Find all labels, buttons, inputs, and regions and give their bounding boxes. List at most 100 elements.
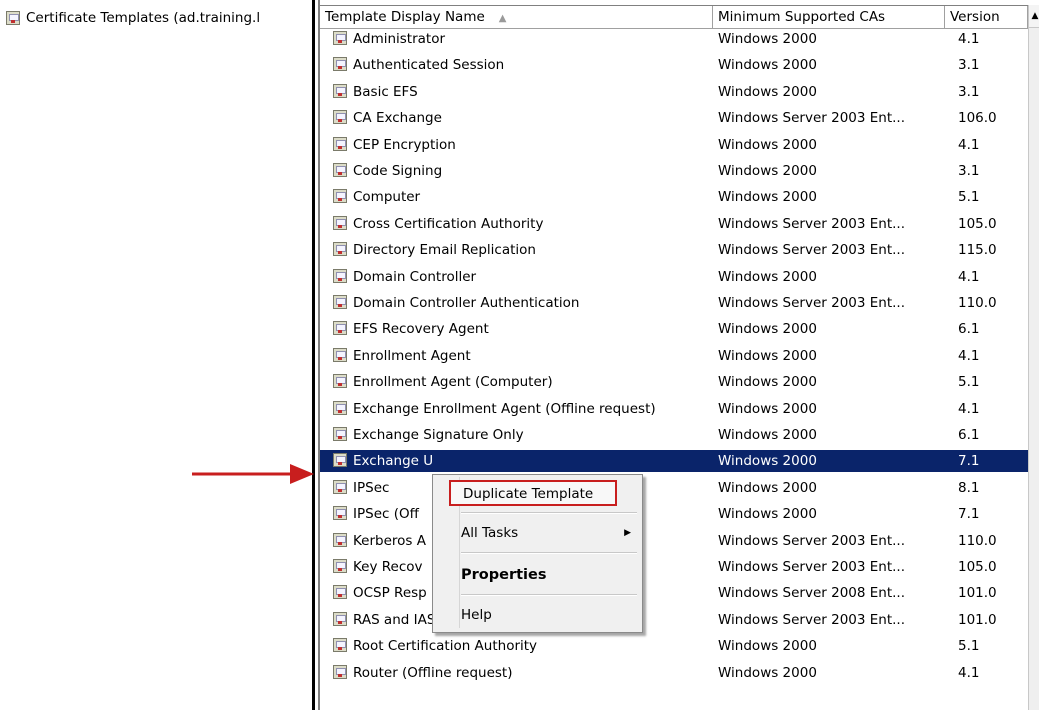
version-cell: 6.1 (958, 321, 980, 337)
table-row[interactable]: Authenticated Session Windows 2000 3.1 (320, 54, 1028, 76)
version-cell: 110.0 (958, 533, 997, 549)
table-row[interactable]: Root Certification Authority Windows 2000… (320, 635, 1028, 657)
menu-separator (461, 594, 637, 596)
min-ca-cell: Windows Server 2003 Ent... (718, 110, 906, 126)
version-cell: 4.1 (958, 665, 980, 681)
table-row[interactable]: Enrollment Agent Windows 2000 4.1 (320, 345, 1028, 367)
table-row[interactable]: Kerberos A Windows Server 2003 Ent... 110.… (320, 530, 1028, 552)
certificate-template-icon-glyph (333, 559, 347, 573)
min-ca-cell: Windows 2000 (718, 348, 817, 364)
template-name-cell: Computer (353, 189, 421, 205)
certificate-template-icon-glyph (333, 612, 347, 626)
certificate-template-icon-glyph (333, 348, 347, 362)
template-name-cell: Enrollment Agent (Computer) (353, 374, 553, 390)
tree-node-certificate-templates[interactable]: Certificate Templates (ad.training.l (6, 7, 312, 29)
certificate-template-icon (333, 31, 349, 47)
certificate-template-icon-glyph (333, 57, 347, 71)
certificate-templates-icon (6, 11, 20, 25)
table-row[interactable]: Domain Controller Authentication Windows … (320, 292, 1028, 314)
column-header-name[interactable]: Template Display Name ▲ (320, 6, 713, 28)
template-name-cell: Domain Controller (353, 269, 477, 285)
table-row[interactable]: CA Exchange Windows Server 2003 Ent... 106… (320, 107, 1028, 129)
version-cell: 7.1 (958, 506, 980, 522)
table-row[interactable]: Enrollment Agent (Computer) Windows 2000 5… (320, 371, 1028, 393)
certificate-template-icon (333, 189, 349, 205)
table-row[interactable]: OCSP Resp Windows Server 2008 Ent... 101.0 (320, 582, 1028, 604)
table-row[interactable]: Router (Offline request) Windows 2000 4.1 (320, 662, 1028, 684)
table-row[interactable]: Key Recov Windows Server 2003 Ent... 105.0 (320, 556, 1028, 578)
certificate-template-icon-glyph (333, 242, 347, 256)
min-ca-cell: Windows Server 2003 Ent... (718, 612, 906, 628)
certificate-template-icon-glyph (333, 665, 347, 679)
min-ca-cell: Windows 2000 (718, 84, 817, 100)
certificate-template-icon-glyph (333, 31, 347, 45)
table-row[interactable]: Basic EFS Windows 2000 3.1 (320, 81, 1028, 103)
certificate-template-icon-glyph (333, 295, 347, 309)
table-row[interactable]: EFS Recovery Agent Windows 2000 6.1 (320, 318, 1028, 340)
template-name-cell: Root Certification Authority (353, 638, 538, 654)
certificate-template-icon-glyph (333, 189, 347, 203)
certificate-template-icon-glyph (333, 269, 347, 283)
column-header-version[interactable]: Version (945, 6, 1028, 28)
certificate-template-icon-glyph (333, 216, 347, 230)
template-name-cell: EFS Recovery Agent (353, 321, 489, 337)
certificate-template-icon (333, 242, 349, 258)
certificate-template-icon-glyph (333, 84, 347, 98)
version-cell: 4.1 (958, 401, 980, 417)
sort-ascending-icon: ▲ (498, 13, 507, 24)
scroll-up-arrow-icon[interactable]: ▲ (1029, 5, 1039, 28)
template-name-cell: Router (Offline request) (353, 665, 513, 681)
version-cell: 3.1 (958, 163, 980, 179)
min-ca-cell: Windows 2000 (718, 57, 817, 73)
table-row[interactable]: Cross Certification Authority Windows Ser… (320, 213, 1028, 235)
table-row[interactable]: RAS and IAS Server Windows Server 2003 En… (320, 609, 1028, 631)
template-name-cell: Exchange Signature Only (353, 427, 524, 443)
certificate-template-icon (333, 638, 349, 654)
template-name-cell: Exchange U (353, 453, 434, 469)
certificate-template-icon (333, 84, 349, 100)
table-row[interactable]: IPSec (Off Windows 2000 7.1 (320, 503, 1028, 525)
table-row[interactable]: CEP Encryption Windows 2000 4.1 (320, 134, 1028, 156)
menu-item-duplicate-template[interactable]: Duplicate Template (449, 480, 617, 506)
version-cell: 3.1 (958, 57, 980, 73)
certificate-template-icon (333, 533, 349, 549)
table-row[interactable]: Computer Windows 2000 5.1 (320, 186, 1028, 208)
version-cell: 4.1 (958, 348, 980, 364)
table-row[interactable]: Exchange U Windows 2000 7.1 (320, 450, 1028, 472)
table-row[interactable]: Exchange Enrollment Agent (Offline reque… (320, 398, 1028, 420)
min-ca-cell: Windows Server 2003 Ent... (718, 295, 906, 311)
table-row[interactable]: Domain Controller Windows 2000 4.1 (320, 266, 1028, 288)
menu-separator (461, 512, 637, 514)
menu-item-properties-label: Properties (461, 567, 547, 583)
table-row[interactable]: Directory Email Replication Windows Serve… (320, 239, 1028, 261)
certificate-template-icon-glyph (333, 110, 347, 124)
certificate-template-icon-glyph (333, 374, 347, 388)
column-header-min-ca[interactable]: Minimum Supported CAs (713, 6, 945, 28)
column-header-min-ca-label: Minimum Supported CAs (718, 9, 886, 25)
certificate-template-icon-glyph (333, 506, 347, 520)
vertical-scrollbar[interactable]: ▲ (1028, 5, 1039, 710)
certificate-template-icon-glyph (333, 137, 347, 151)
min-ca-cell: Windows 2000 (718, 427, 817, 443)
menu-item-all-tasks-label: All Tasks (461, 525, 519, 541)
menu-item-properties[interactable]: Properties (461, 563, 546, 587)
version-cell: 4.1 (958, 31, 980, 47)
template-list-pane: Template Display Name ▲ Minimum Supported… (318, 0, 1039, 710)
menu-item-all-tasks[interactable]: All Tasks ▶ (461, 521, 631, 545)
version-cell: 4.1 (958, 269, 980, 285)
template-name-cell: CA Exchange (353, 110, 442, 126)
min-ca-cell: Windows 2000 (718, 374, 817, 390)
menu-item-help[interactable]: Help (461, 603, 492, 627)
template-name-cell: Code Signing (353, 163, 443, 179)
table-row[interactable]: Code Signing Windows 2000 3.1 (320, 160, 1028, 182)
template-name-cell: Basic EFS (353, 84, 418, 100)
min-ca-cell: Windows 2000 (718, 665, 817, 681)
min-ca-cell: Windows Server 2003 Ent... (718, 533, 906, 549)
table-row[interactable]: Administrator Windows 2000 4.1 (320, 28, 1028, 50)
submenu-arrow-icon: ▶ (624, 528, 631, 538)
template-name-cell: Domain Controller Authentication (353, 295, 580, 311)
version-cell: 101.0 (958, 585, 997, 601)
menu-item-duplicate-template-label: Duplicate Template (463, 486, 594, 502)
table-row[interactable]: IPSec Windows 2000 8.1 (320, 477, 1028, 499)
table-row[interactable]: Exchange Signature Only Windows 2000 6.1 (320, 424, 1028, 446)
